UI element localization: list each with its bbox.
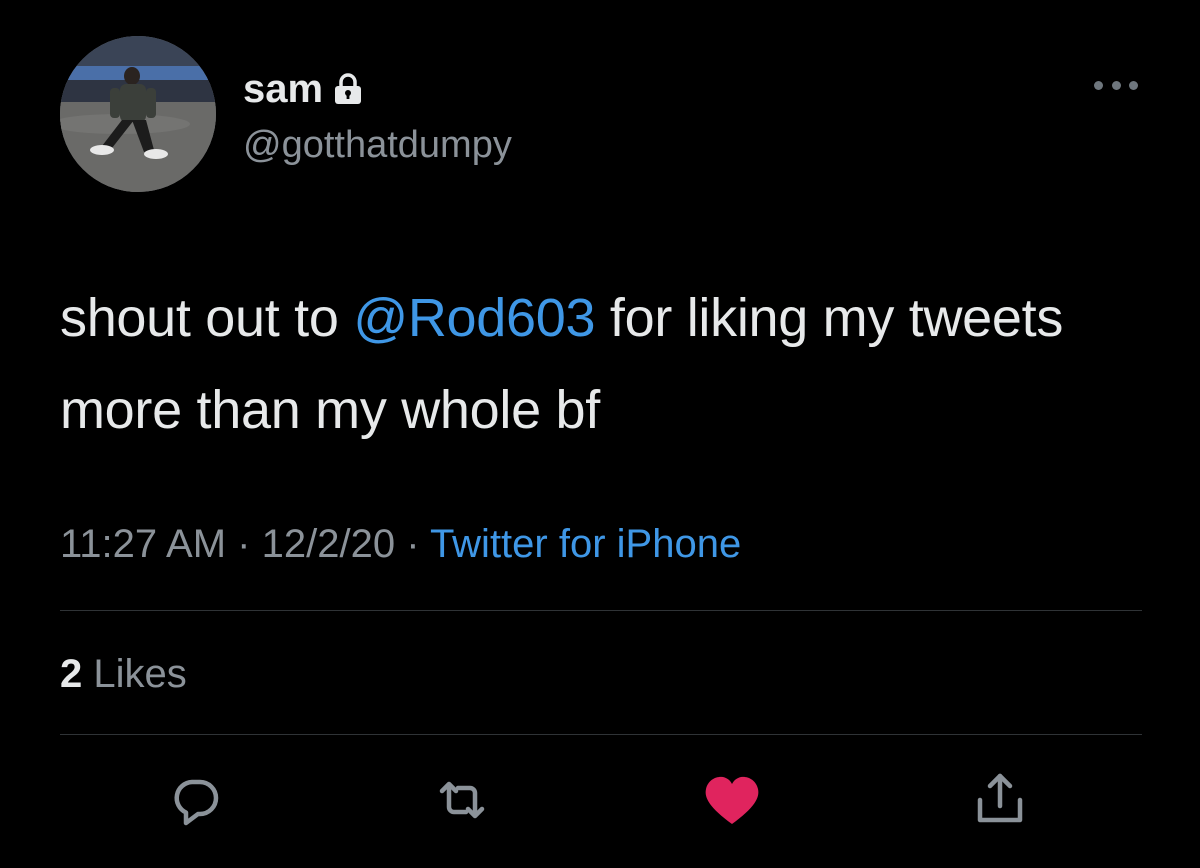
reply-icon[interactable] xyxy=(164,768,228,832)
more-options-icon[interactable] xyxy=(1094,75,1138,95)
share-icon[interactable] xyxy=(968,768,1032,832)
divider xyxy=(60,610,1142,611)
more-dot xyxy=(1111,80,1121,90)
display-name-row: sam xyxy=(243,66,363,112)
mention-link[interactable]: @Rod603 xyxy=(353,288,595,348)
more-dot xyxy=(1129,80,1138,90)
tweet-text: shout out to @Rod603 for liking my tweet… xyxy=(60,272,1120,456)
tweet-time[interactable]: 11:27 AM xyxy=(60,522,226,566)
divider xyxy=(60,734,1142,735)
tweet-source-link[interactable]: Twitter for iPhone xyxy=(430,522,741,566)
likes-count: 2 xyxy=(60,652,83,696)
tweet-meta: 11:27 AM · 12/2/20 · Twitter for iPhone xyxy=(60,516,741,572)
tweet-text-before: shout out to xyxy=(60,288,354,348)
retweet-icon[interactable] xyxy=(430,768,494,832)
more-dot xyxy=(1094,80,1103,90)
meta-separator: · xyxy=(237,522,251,566)
heart-icon[interactable] xyxy=(700,768,764,832)
meta-separator: · xyxy=(406,522,420,566)
display-name[interactable]: sam xyxy=(243,66,323,112)
avatar[interactable] xyxy=(60,36,216,192)
likes-stat[interactable]: 2 Likes xyxy=(60,648,187,700)
lock-icon xyxy=(335,73,362,104)
likes-label: Likes xyxy=(93,652,187,696)
user-handle[interactable]: @gotthatdumpy xyxy=(243,122,512,168)
avatar-photo xyxy=(60,36,216,192)
tweet-date[interactable]: 12/2/20 xyxy=(262,522,395,566)
tweet-detail: sam @gotthatdumpy shout out to @Rod603 f… xyxy=(0,0,1200,868)
